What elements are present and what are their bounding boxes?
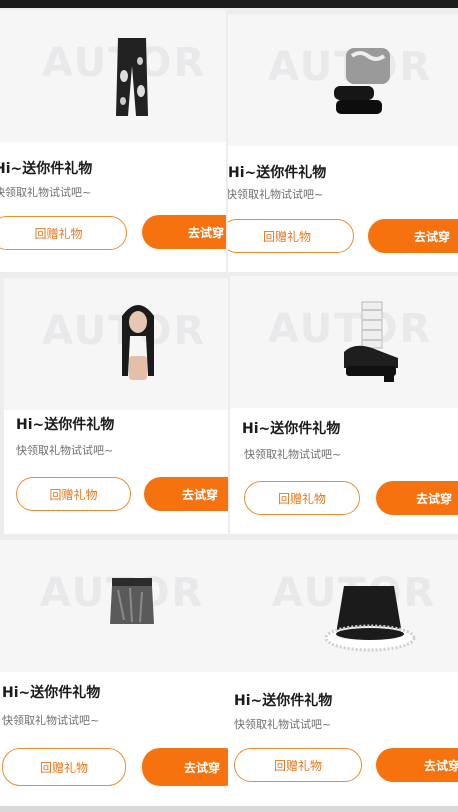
gift-card: AUTOR Hi~送你件礼物 快领取礼物试试吧~ 回赠礼物 去试穿 [0,540,228,806]
gift-card: AUTOR Hi~送你件礼物 快领取礼物试试吧~ 回赠礼物 去试穿 [228,14,458,272]
item-preview: AUTOR [230,276,458,408]
gift-back-button[interactable]: 回赠礼物 [234,748,362,782]
gift-back-button[interactable]: 回赠礼物 [0,216,127,250]
card-title: Hi~送你件礼物 [0,161,93,177]
card-title: Hi~送你件礼物 [242,421,341,437]
gift-back-button[interactable]: 回赠礼物 [16,477,131,511]
card-subtitle: 快领取礼物试试吧~ [228,188,324,201]
bottom-edge [0,806,458,812]
item-preview: AUTOR [228,540,458,672]
card-subtitle: 快领取礼物试试吧~ [234,718,332,731]
gift-card: AUTOR Hi~送你件礼物 快领取礼物试试吧~ 回赠礼物 去试穿 [4,278,228,534]
platform-boots-icon [334,48,390,114]
card-subtitle: 快领取礼物试试吧~ [0,186,92,199]
gift-card: AUTOR Hi~送你件礼物 快领取礼物试试吧~ 回赠礼物 去试穿 [228,540,458,806]
card-subtitle: 快领取礼物试试吧~ [16,444,114,457]
try-on-button[interactable]: 去试穿 [142,215,226,249]
card-title: Hi~送你件礼物 [234,693,333,709]
card-subtitle: 快领取礼物试试吧~ [2,714,100,727]
try-on-button[interactable]: 去试穿 [376,481,458,515]
card-title: Hi~送你件礼物 [228,165,327,181]
try-on-button[interactable]: 去试穿 [376,748,458,782]
status-bar [0,0,458,8]
item-preview: AUTOR [4,278,228,410]
card-subtitle: 快领取礼物试试吧~ [244,448,342,461]
denim-skirt-icon [110,578,154,624]
try-on-button[interactable]: 去试穿 [142,748,228,786]
gift-card: AUTOR Hi~送你件礼物 快领取礼物试试吧~ 回赠礼物 去试穿 [0,10,226,272]
try-on-button[interactable]: 去试穿 [368,219,458,253]
mary-jane-shoes-icon [344,301,398,382]
item-preview: AUTOR [228,14,458,146]
card-title: Hi~送你件礼物 [2,685,101,701]
long-hair-wig-icon [122,305,154,380]
card-title: Hi~送你件礼物 [16,417,115,433]
gift-back-button[interactable]: 回赠礼物 [244,481,360,515]
gift-back-button[interactable]: 回赠礼物 [228,219,354,253]
black-fur-skirt-icon [324,586,416,652]
ripped-jeans-icon [116,38,148,116]
item-preview: AUTOR [0,540,228,672]
gift-back-button[interactable]: 回赠礼物 [2,748,126,786]
item-preview: AUTOR [0,10,226,142]
try-on-button[interactable]: 去试穿 [144,477,228,511]
gift-card: AUTOR Hi~送你件礼物 快领取礼物试试吧~ 回赠礼物 去试穿 [230,276,458,534]
